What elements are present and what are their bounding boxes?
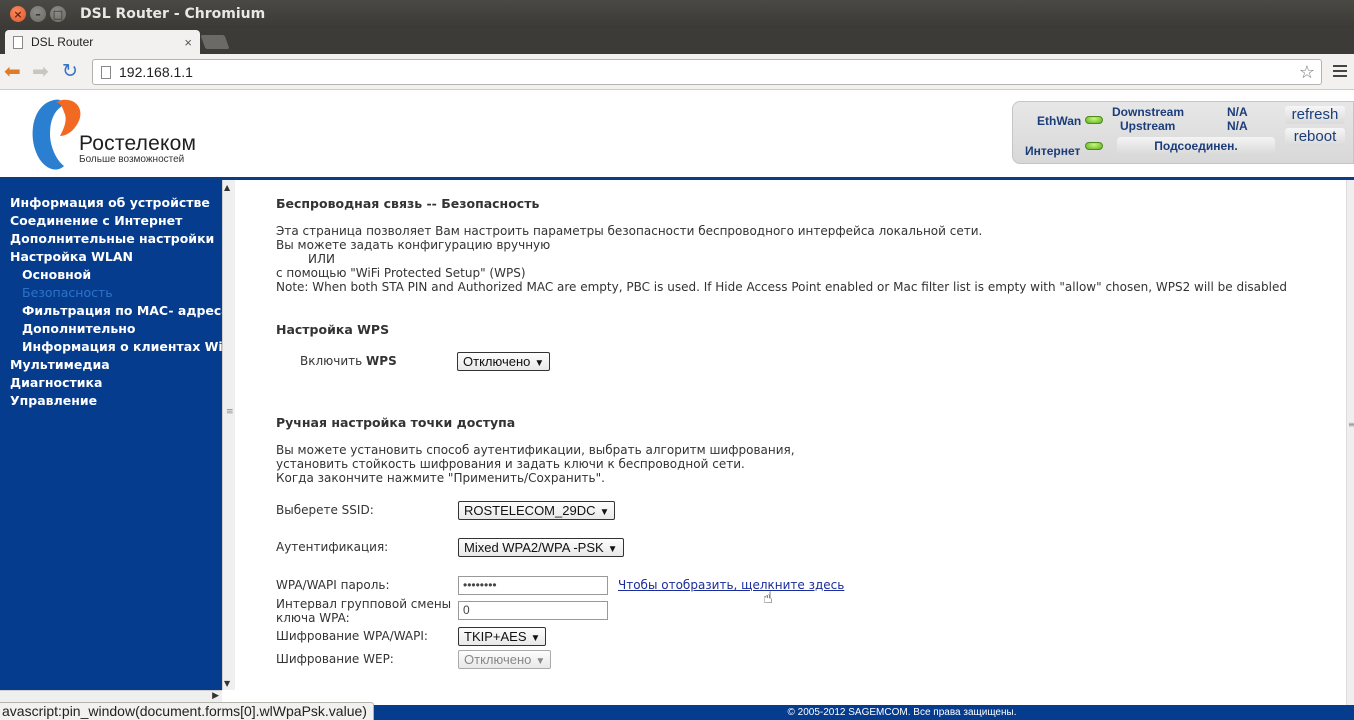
sidebar-scrollbar[interactable]: ▲ ≡ ▼ (222, 180, 235, 690)
tab-close-icon[interactable]: × (184, 35, 192, 50)
downstream-value: N/A (1227, 105, 1248, 119)
sidebar-item-internet-connection[interactable]: Соединение с Интернет (0, 212, 222, 230)
sidebar-item-advanced-settings[interactable]: Дополнительные настройки (0, 230, 222, 248)
window-minimize-button[interactable]: – (30, 6, 46, 22)
scroll-grip-icon[interactable]: ≡ (226, 407, 234, 417)
manual-text: Вы можете установить способ аутентификац… (276, 443, 795, 457)
internet-led-icon (1085, 142, 1103, 150)
wep-label: Шифрование WEP: (276, 652, 394, 666)
sidebar-item-basic[interactable]: Основной (0, 266, 222, 284)
ethwan-led-icon (1085, 116, 1103, 124)
intro-text: ИЛИ (308, 252, 335, 266)
scroll-down-icon[interactable]: ▼ (224, 679, 230, 688)
auth-label: Аутентификация: (276, 540, 389, 554)
upstream-label: Upstream (1120, 119, 1176, 133)
scroll-right-icon[interactable]: ▶ (212, 691, 219, 701)
page-title: Беспроводная связь -- Безопасность (276, 196, 540, 211)
menu-icon[interactable] (1333, 65, 1347, 80)
intro-text: с помощью "WiFi Protected Setup" (WPS) (276, 266, 526, 280)
chevron-down-icon: ▼ (607, 544, 618, 555)
ssid-select[interactable]: ROSTELECOM_29DC ▼ (458, 501, 616, 520)
forward-arrow-icon[interactable]: ➡ (32, 61, 49, 81)
auth-select-value: Mixed WPA2/WPA -PSK (464, 540, 604, 555)
ethwan-label: EthWan (1037, 114, 1082, 128)
ssid-label: Выберете SSID: (276, 503, 374, 517)
connection-status-text: Подсоединен. (1117, 137, 1275, 155)
chevron-down-icon: ▼ (535, 656, 546, 667)
tab-label: DSL Router (31, 35, 94, 49)
window-title: DSL Router - Chromium (80, 6, 266, 22)
encryption-select-value: TKIP+AES (464, 629, 527, 644)
main-content: Беспроводная связь -- Безопасность Эта с… (236, 180, 1346, 705)
interval-label: Интервал групповой смены (276, 597, 452, 611)
back-arrow-icon[interactable]: ⬅ (4, 61, 21, 81)
sidebar-item-multimedia[interactable]: Мультимедиа (0, 356, 222, 374)
page-icon (13, 35, 23, 49)
sidebar-nav: Информация об устройстве Соединение с Ин… (0, 180, 222, 705)
copyright-text: © 2005-2012 SAGEMCOM. Все права защищены… (787, 707, 1017, 718)
ssid-select-value: ROSTELECOM_29DC (464, 503, 596, 518)
chevron-down-icon: ▼ (534, 358, 545, 369)
wps-enable-label: Включить WPS (300, 354, 397, 368)
sidebar-item-mac-filter[interactable]: Фильтрация по MAC- адресам (0, 302, 222, 320)
browser-toolbar: ⬅ ➡ ↻ 192.168.1.1 ☆ (0, 54, 1354, 90)
hand-cursor-icon: ☝ (763, 588, 773, 607)
sidebar-item-security[interactable]: Безопасность (0, 284, 222, 302)
wps-select[interactable]: Отключено ▼ (457, 352, 551, 371)
wep-select: Отключено ▼ (458, 650, 552, 669)
window-close-button[interactable]: × (10, 6, 26, 22)
manual-section-title: Ручная настройка точки доступа (276, 415, 516, 430)
show-password-link[interactable]: Чтобы отобразить, щелкните здесь (618, 578, 844, 592)
brand-slogan: Больше возможностей (79, 154, 185, 165)
bookmark-star-icon[interactable]: ☆ (1299, 62, 1315, 83)
tab-dsl-router[interactable]: DSL Router × (5, 30, 200, 54)
tab-strip: DSL Router × (0, 28, 1354, 54)
intro-text: Эта страница позволяет Вам настроить пар… (276, 224, 983, 238)
password-input[interactable]: •••••••• (458, 576, 608, 595)
chevron-down-icon: ▼ (599, 507, 610, 518)
wps-select-value: Отключено (463, 354, 531, 369)
encryption-select[interactable]: TKIP+AES ▼ (458, 627, 547, 646)
reload-icon[interactable]: ↻ (62, 61, 78, 81)
encryption-label: Шифрование WPA/WAPI: (276, 629, 428, 643)
refresh-button[interactable]: refresh (1285, 106, 1345, 124)
intro-text: Вы можете задать конфигурацию вручную (276, 238, 551, 252)
sidebar-item-advanced[interactable]: Дополнительно (0, 320, 222, 338)
downstream-label: Downstream (1112, 105, 1185, 119)
new-tab-button[interactable] (200, 35, 230, 49)
wps-enable-bold: WPS (366, 354, 397, 368)
wps-note: Note: When both STA PIN and Authorized M… (276, 280, 1287, 294)
window-titlebar: × – □ DSL Router - Chromium (0, 0, 1354, 28)
chevron-down-icon: ▼ (530, 633, 541, 644)
brand-name: Ростелеком (79, 132, 197, 155)
scroll-grip-icon[interactable]: ≡ (1348, 420, 1354, 429)
main-scrollbar[interactable]: ≡ (1346, 180, 1354, 705)
interval-label: ключа WPA: (276, 611, 350, 625)
router-header: Ростелеком Больше возможностей EthWan Do… (0, 90, 1354, 180)
sidebar-item-wifi-clients[interactable]: Информация о клиентах WiFi (0, 338, 222, 356)
manual-text: Когда закончите нажмите "Применить/Сохра… (276, 471, 605, 485)
address-bar[interactable]: 192.168.1.1 ☆ (92, 59, 1322, 85)
status-bubble: avascript:pin_window(document.forms[0].w… (0, 702, 374, 720)
sidebar-item-management[interactable]: Управление (0, 392, 222, 410)
window-maximize-button[interactable]: □ (50, 6, 66, 22)
manual-text: установить стойкость шифрования и задать… (276, 457, 745, 471)
wep-select-value: Отключено (464, 652, 532, 667)
upstream-value: N/A (1227, 119, 1248, 133)
connection-status-panel: EthWan Downstream Upstream N/A N/A Интер… (1012, 101, 1354, 164)
interval-input[interactable]: 0 (458, 601, 608, 620)
scroll-up-icon[interactable]: ▲ (224, 183, 230, 192)
wps-section-title: Настройка WPS (276, 322, 390, 337)
page-icon (101, 65, 111, 79)
reboot-button[interactable]: reboot (1285, 128, 1345, 146)
auth-select[interactable]: Mixed WPA2/WPA -PSK ▼ (458, 538, 624, 557)
internet-label: Интернет (1025, 144, 1081, 158)
password-label: WPA/WAPI пароль: (276, 578, 390, 592)
sidebar-item-wlan-settings[interactable]: Настройка WLAN (0, 248, 222, 266)
wps-enable-prefix: Включить (300, 354, 363, 368)
sidebar-item-device-info[interactable]: Информация об устройстве (0, 194, 222, 212)
url-text[interactable]: 192.168.1.1 (119, 64, 1299, 80)
sidebar-item-diagnostics[interactable]: Диагностика (0, 374, 222, 392)
